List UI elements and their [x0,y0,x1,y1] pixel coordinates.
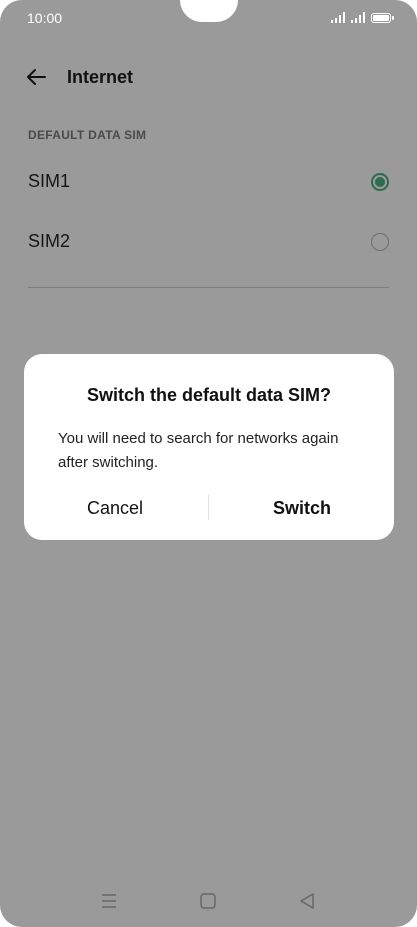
sim-option-label: SIM2 [28,231,71,251]
confirm-dialog: Switch the default data SIM? You will ne… [24,354,394,540]
dialog-title: Switch the default data SIM? [86,385,332,405]
page-title: Internet [67,67,134,87]
switch-button[interactable]: Switch [273,498,331,519]
section-label: DEFAULT DATA SIM [28,128,147,142]
signal-icon [331,11,345,23]
navigation-bar [0,880,417,920]
signal-icon [351,11,365,23]
button-divider [208,494,209,520]
battery-icon [371,13,394,23]
divider [28,287,389,288]
sim-option-sim2[interactable]: SIM2 [0,217,417,267]
status-bar: 10:00 [0,0,417,36]
cancel-button[interactable]: Cancel [87,498,143,519]
back-arrow-icon[interactable] [25,66,47,88]
back-triangle-icon[interactable] [296,890,318,912]
sim-option-sim1[interactable]: SIM1 [0,157,417,207]
radio-unselected-icon[interactable] [371,233,389,251]
home-icon[interactable] [197,890,219,912]
camera-notch [180,0,238,22]
app-header: Internet [0,58,417,98]
dialog-message: You will need to search for networks aga… [58,430,339,471]
status-icons [331,11,394,23]
sim-option-label: SIM1 [28,171,71,191]
phone-screen: 10:00 Internet DEFAULT DATA SIM SIM1 SIM… [0,0,417,927]
status-time: 10:00 [27,10,63,26]
radio-selected-icon[interactable] [371,173,389,191]
menu-icon[interactable] [98,890,120,912]
